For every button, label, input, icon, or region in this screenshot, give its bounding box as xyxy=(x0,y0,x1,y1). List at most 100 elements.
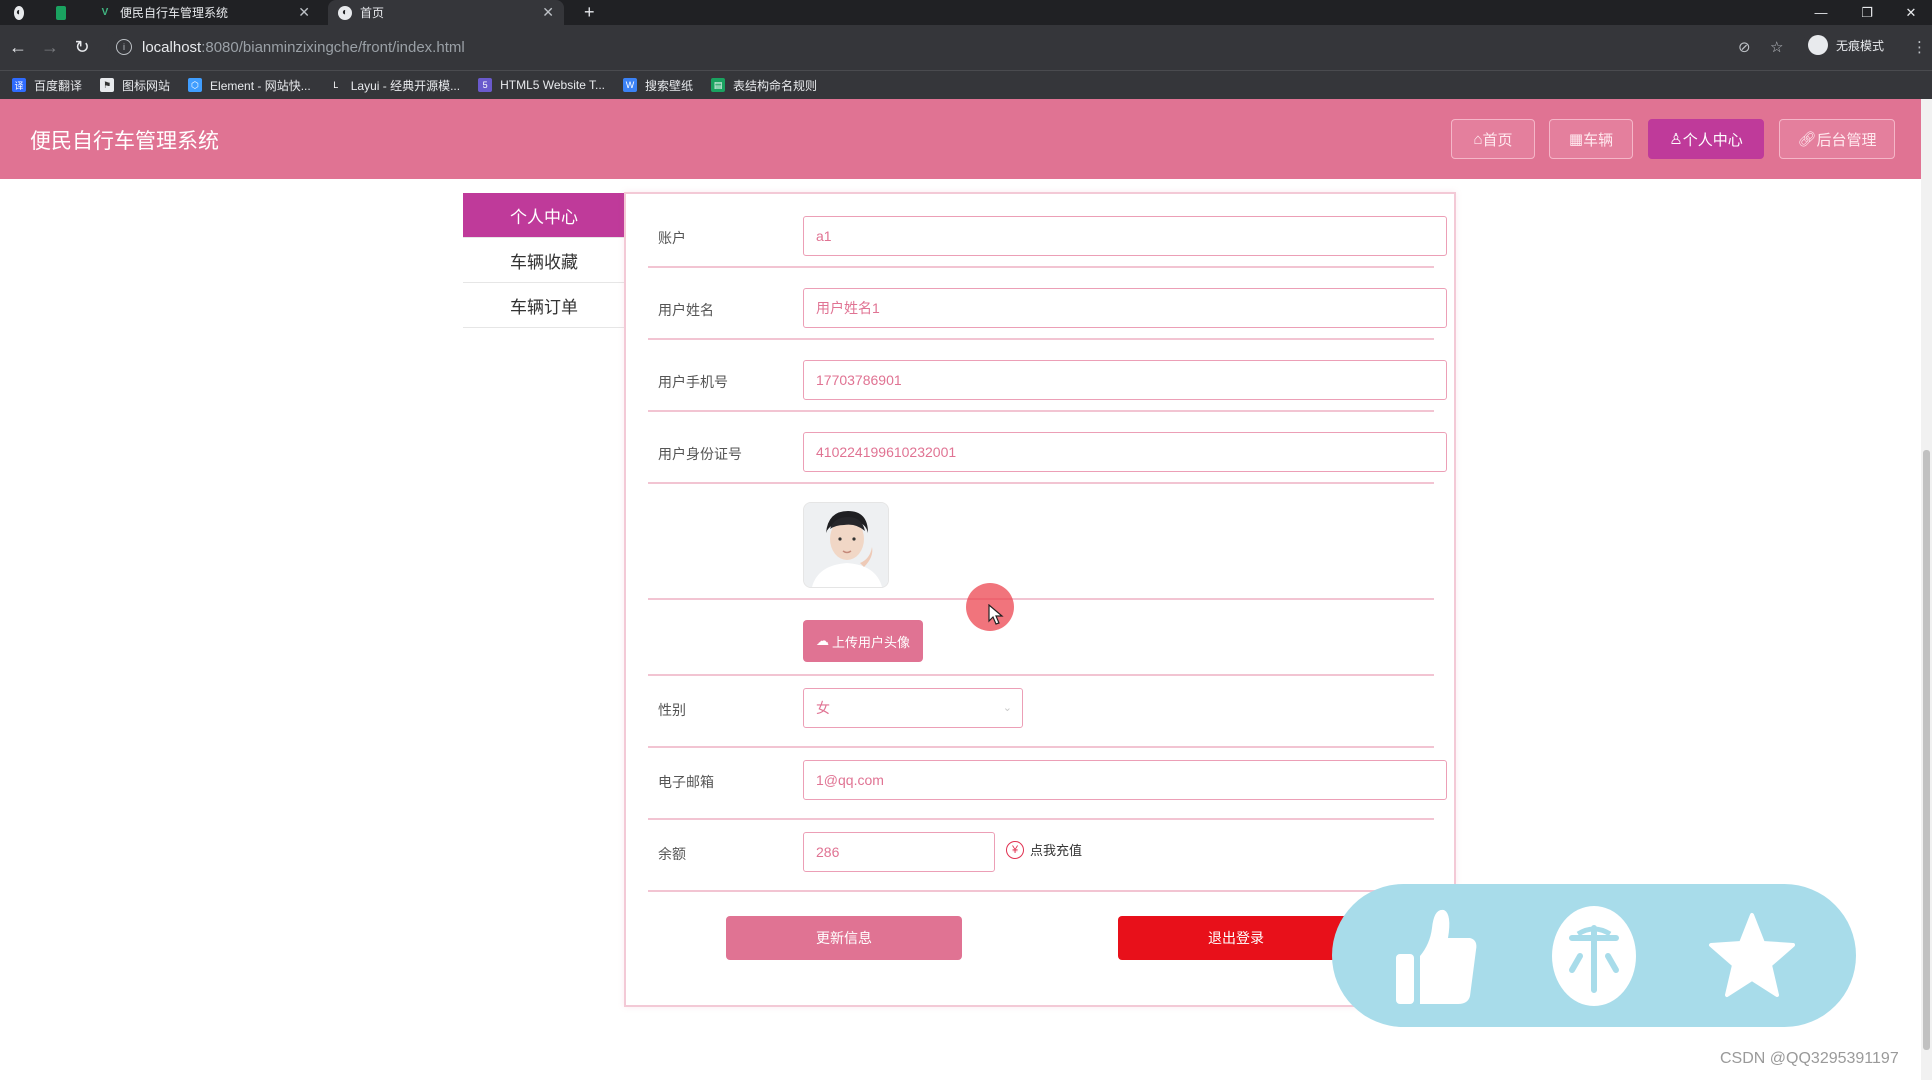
globe-icon: ◐ xyxy=(338,5,352,20)
nav-user-center-button[interactable]: ♙ 个人中心 xyxy=(1648,119,1764,159)
gender-value: 女 xyxy=(816,700,830,716)
reload-button[interactable]: ↻ xyxy=(70,35,94,59)
bookmark-item[interactable]: 5 HTML5 Website T... xyxy=(478,78,605,92)
address-bar[interactable]: i localhost :8080/bianminzixingche/front… xyxy=(108,31,1808,63)
sheet-icon: ▤ xyxy=(711,78,726,92)
name-label: 用户姓名 xyxy=(658,302,714,318)
eye-off-icon[interactable]: ⊘ xyxy=(1738,38,1751,56)
side-menu: 个人中心 车辆收藏 车辆订单 xyxy=(463,193,625,328)
restore-button[interactable]: ❐ xyxy=(1844,0,1890,25)
avatar[interactable] xyxy=(803,502,889,588)
forward-button[interactable]: → xyxy=(38,35,62,59)
tab-label: 首页 xyxy=(360,6,385,20)
star-icon[interactable]: ☆ xyxy=(1770,38,1783,56)
balance-label: 余额 xyxy=(658,846,686,862)
bookmark-item[interactable]: ⬡ Element - 网站快... xyxy=(188,77,311,94)
id-card-input[interactable]: 410224199610232001 xyxy=(803,432,1447,472)
bookmark-item[interactable]: 译 百度翻译 xyxy=(12,77,82,94)
update-info-button[interactable]: 更新信息 xyxy=(726,916,962,960)
recharge-link[interactable]: ¥ 点我充值 xyxy=(1006,840,1082,859)
yen-icon: ¥ xyxy=(1006,840,1024,859)
bookmark-label: 图标网站 xyxy=(122,78,171,93)
id-card-label: 用户身份证号 xyxy=(658,446,742,462)
tab-home[interactable]: ◐ 首页 ✕ xyxy=(328,0,564,25)
bookmark-item[interactable]: ▤ 表结构命名规则 xyxy=(711,77,817,94)
bookmark-label: Element - 网站快... xyxy=(210,78,311,93)
grid-icon: ▦ xyxy=(1568,131,1584,148)
cloud-upload-icon: ☁ xyxy=(815,633,829,648)
element-icon: ⬡ xyxy=(188,78,203,92)
close-icon[interactable]: ✕ xyxy=(542,4,554,21)
tab-pinned-app[interactable] xyxy=(46,0,84,25)
coin-icon[interactable] xyxy=(1548,906,1640,1006)
thumbs-up-icon[interactable] xyxy=(1390,909,1482,1004)
gender-select[interactable]: 女 ⌄ xyxy=(803,688,1023,728)
avatar-image xyxy=(804,503,888,587)
email-label: 电子邮箱 xyxy=(658,774,714,790)
bookmark-item[interactable]: ⚑ 图标网站 xyxy=(100,77,170,94)
nav-label: 个人中心 xyxy=(1682,131,1743,149)
star-icon[interactable] xyxy=(1706,910,1798,1002)
browser-toolbar: ← → ↻ i localhost :8080/bianminzixingche… xyxy=(0,25,1932,70)
form-row-name: 用户姓名 用户姓名1 xyxy=(648,284,1447,340)
phone-input[interactable]: 17703786901 xyxy=(803,360,1447,400)
incognito-profile[interactable]: 无痕模式 xyxy=(1808,35,1884,55)
info-icon[interactable]: i xyxy=(116,39,132,55)
tab-label: 便民自行车管理系统 xyxy=(120,6,229,20)
tab-pinned-chrome[interactable]: ◐ xyxy=(4,0,42,25)
browser-tab-strip: ◐ V 便民自行车管理系统 ✕ ◐ 首页 ✕ + — ❐ ✕ xyxy=(0,0,1932,25)
form-row-email: 电子邮箱 1@qq.com xyxy=(648,746,1447,820)
logout-button[interactable]: 退出登录 xyxy=(1118,916,1354,960)
form-row-phone: 用户手机号 17703786901 xyxy=(648,356,1447,412)
side-item-vehicle-favorites[interactable]: 车辆收藏 xyxy=(463,238,625,283)
bookmark-item[interactable]: W 搜索壁纸 xyxy=(623,77,693,94)
chevron-down-icon: ⌄ xyxy=(1002,702,1012,714)
profile-label: 无痕模式 xyxy=(1836,38,1885,53)
side-item-user-center[interactable]: 个人中心 xyxy=(463,193,625,238)
nav-vehicles-button[interactable]: ▦ 车辆 xyxy=(1549,119,1633,159)
plus-icon: + xyxy=(584,2,595,22)
bookmark-label: HTML5 Website T... xyxy=(500,78,606,92)
account-input[interactable]: a1 xyxy=(803,216,1447,256)
side-item-vehicle-orders[interactable]: 车辆订单 xyxy=(463,283,625,328)
tab-bike-system[interactable]: V 便民自行车管理系统 ✕ xyxy=(88,0,320,25)
bookmark-label: 搜索壁纸 xyxy=(645,78,694,93)
upload-avatar-button[interactable]: ☁ 上传用户头像 xyxy=(803,620,923,662)
more-menu-icon[interactable]: ⋮ xyxy=(1912,38,1927,56)
form-row-id-card: 用户身份证号 410224199610232001 xyxy=(648,428,1447,484)
gender-label: 性别 xyxy=(658,702,686,718)
flag-icon: ⚑ xyxy=(100,78,115,92)
minimize-button[interactable]: — xyxy=(1798,0,1844,25)
bookmark-label: 表结构命名规则 xyxy=(733,78,818,93)
nav-label: 首页 xyxy=(1482,131,1513,149)
bookmark-label: Layui - 经典开源模... xyxy=(350,78,461,93)
balance-input[interactable]: 286 xyxy=(803,832,995,872)
app-title: 便民自行车管理系统 xyxy=(30,130,219,153)
url-path: :8080/bianminzixingche/front/index.html xyxy=(201,38,465,56)
form-row-gender: 性别 女 ⌄ xyxy=(648,674,1434,748)
nav-label: 车辆 xyxy=(1583,131,1614,149)
mouse-cursor-icon xyxy=(988,604,1004,625)
scrollbar-thumb[interactable] xyxy=(1923,450,1930,1050)
upload-label: 上传用户头像 xyxy=(831,634,910,650)
name-input[interactable]: 用户姓名1 xyxy=(803,288,1447,328)
vue-icon: V xyxy=(101,7,109,18)
new-tab-button[interactable]: + xyxy=(574,0,604,25)
watermark: CSDN @QQ3295391197 xyxy=(1720,1050,1899,1067)
nav-admin-button[interactable]: 🔗︎ 后台管理 xyxy=(1779,119,1895,159)
home-icon: ⌂ xyxy=(1473,130,1483,148)
green-app-icon xyxy=(56,5,66,20)
html5-icon: 5 xyxy=(478,78,493,92)
form-row-avatar xyxy=(648,484,1434,600)
nav-home-button[interactable]: ⌂ 首页 xyxy=(1451,119,1535,159)
email-input[interactable]: 1@qq.com xyxy=(803,760,1447,800)
user-icon: ♙ xyxy=(1669,131,1683,148)
recharge-label: 点我充值 xyxy=(1030,843,1083,858)
phone-label: 用户手机号 xyxy=(658,374,728,390)
close-window-button[interactable]: ✕ xyxy=(1890,0,1932,25)
url-host: localhost xyxy=(142,38,202,56)
close-icon[interactable]: ✕ xyxy=(298,4,310,21)
bookmark-item[interactable]: L Layui - 经典开源模... xyxy=(329,77,460,94)
social-action-bar xyxy=(1332,884,1856,1027)
back-button[interactable]: ← xyxy=(6,35,30,59)
